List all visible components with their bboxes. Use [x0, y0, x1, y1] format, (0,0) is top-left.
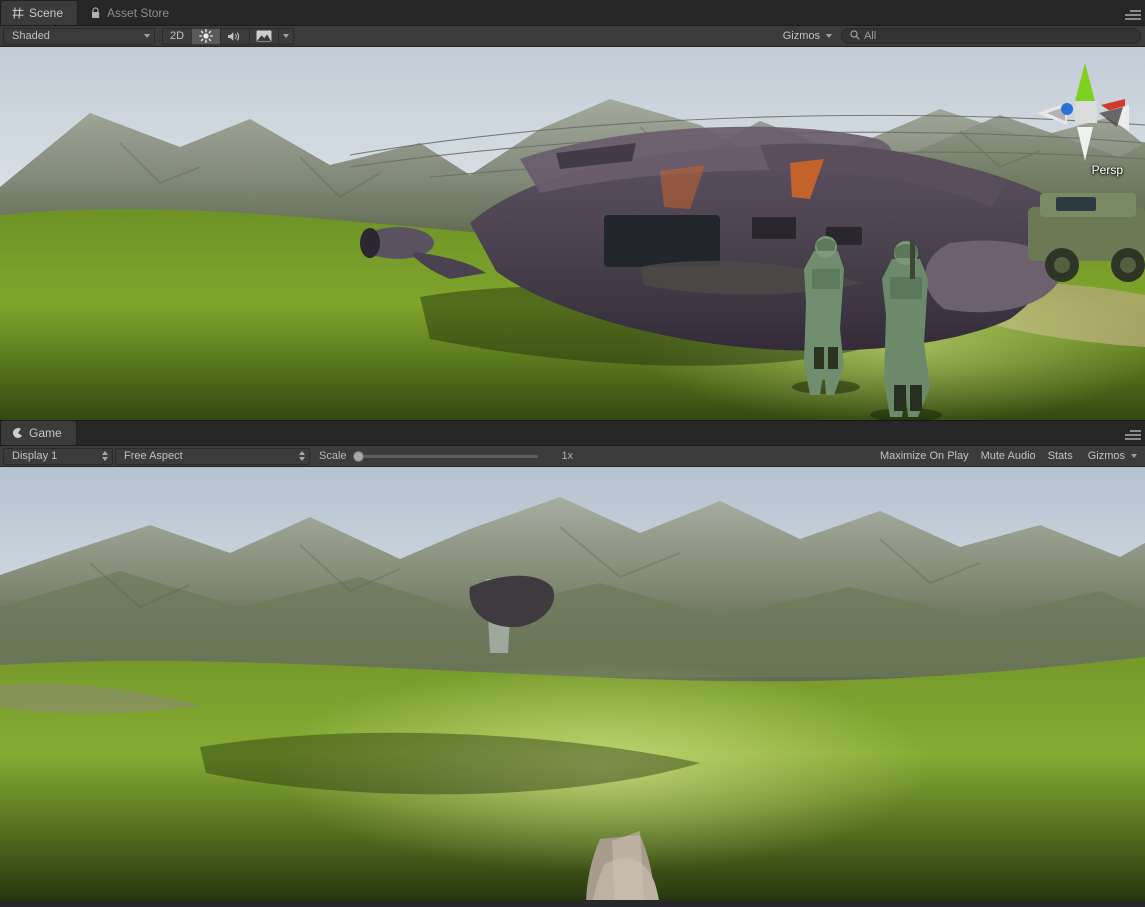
- game-scale-value: 1x: [561, 450, 574, 462]
- game-aspect-label: Free Aspect: [124, 450, 183, 462]
- scene-render: [0, 47, 1145, 420]
- scene-draw-mode-dropdown[interactable]: Shaded: [3, 27, 155, 45]
- unity-editor-root: Scene Asset Store Shaded 2D Gizmos All P…: [0, 0, 1145, 907]
- scene-gizmos-dropdown[interactable]: Gizmos: [775, 28, 836, 45]
- stats-button[interactable]: Stats: [1042, 448, 1079, 465]
- game-viewport[interactable]: [0, 467, 1145, 907]
- scene-view-gizmo[interactable]: Persp: [1033, 55, 1137, 177]
- gizmo-persp-label: Persp: [1091, 163, 1123, 177]
- chevron-down-icon: [826, 34, 832, 38]
- game-display-label: Display 1: [12, 450, 58, 462]
- chevron-down-icon: [283, 34, 289, 38]
- tab-asset-store-label: Asset Store: [107, 6, 170, 20]
- scene-search-input[interactable]: All: [841, 28, 1141, 44]
- image-effects-icon[interactable]: [249, 27, 279, 45]
- mute-audio-button[interactable]: Mute Audio: [975, 448, 1042, 465]
- slider-knob[interactable]: [352, 450, 364, 462]
- scene-viewport[interactable]: Persp: [0, 47, 1145, 420]
- game-panel-menu-icon[interactable]: [1125, 429, 1141, 441]
- scene-draw-mode-label: Shaded: [12, 30, 50, 42]
- game-gizmos-dropdown[interactable]: Gizmos: [1080, 448, 1141, 465]
- search-icon: [850, 29, 860, 43]
- game-gizmos-label: Gizmos: [1087, 450, 1125, 462]
- tab-game[interactable]: Game: [0, 420, 77, 445]
- tab-scene-label: Scene: [29, 6, 64, 20]
- scene-panel-tabbar: Scene Asset Store: [0, 0, 1145, 26]
- updown-arrows-icon: [102, 451, 108, 461]
- game-render: [0, 467, 1145, 907]
- scene-gizmos-label: Gizmos: [782, 30, 820, 42]
- tab-game-label: Game: [29, 426, 62, 440]
- effects-dropdown-caret[interactable]: [278, 27, 294, 45]
- game-display-dropdown[interactable]: Display 1: [3, 447, 113, 465]
- chevron-down-icon: [144, 34, 150, 38]
- updown-arrows-icon: [299, 451, 305, 461]
- maximize-on-play-button[interactable]: Maximize On Play: [874, 448, 975, 465]
- gamepad-icon: [11, 427, 24, 440]
- game-scale-label: Scale: [319, 450, 347, 462]
- scene-panel-menu-icon[interactable]: [1125, 9, 1141, 21]
- scene-view-toggles: 2D: [162, 27, 294, 45]
- game-toolbar: Display 1 Free Aspect Scale 1x Maximize …: [0, 446, 1145, 467]
- stats-label: Stats: [1047, 450, 1073, 462]
- speaker-icon[interactable]: [220, 27, 250, 45]
- slider-track[interactable]: [352, 450, 538, 462]
- sun-icon[interactable]: [191, 27, 221, 45]
- game-scale-slider[interactable]: Scale 1x: [311, 450, 581, 462]
- game-panel-tabbar: Game: [0, 420, 1145, 446]
- grid-hash-icon: [11, 7, 24, 20]
- scene-toolbar: Shaded 2D Gizmos All: [0, 26, 1145, 47]
- mute-audio-label: Mute Audio: [980, 450, 1036, 462]
- tab-scene[interactable]: Scene: [0, 0, 79, 25]
- scene-2d-button[interactable]: 2D: [162, 27, 192, 45]
- scene-2d-label: 2D: [169, 30, 185, 42]
- scene-search-value: All: [864, 30, 877, 42]
- lock-icon: [89, 7, 102, 20]
- maximize-on-play-label: Maximize On Play: [879, 450, 969, 462]
- chevron-down-icon: [1131, 454, 1137, 458]
- game-aspect-dropdown[interactable]: Free Aspect: [115, 447, 310, 465]
- tab-asset-store[interactable]: Asset Store: [78, 0, 184, 25]
